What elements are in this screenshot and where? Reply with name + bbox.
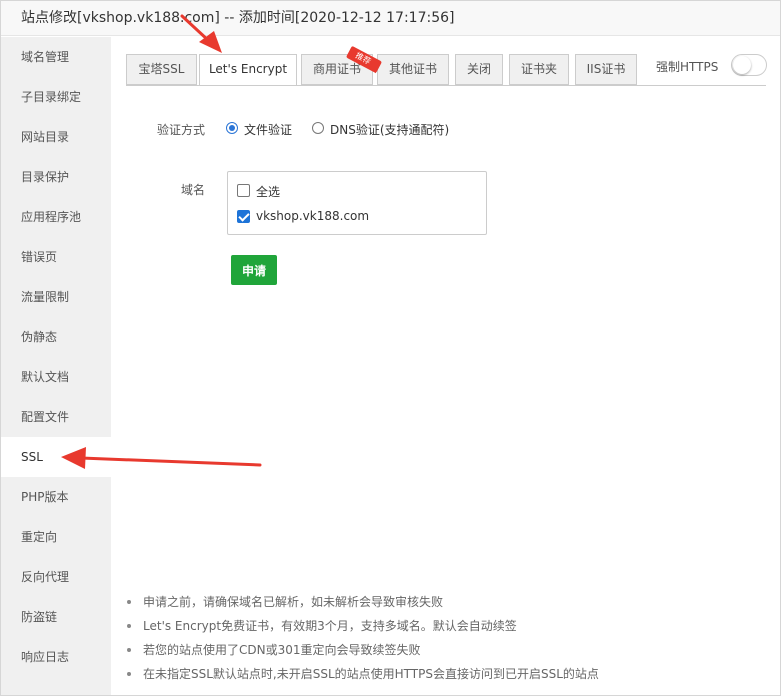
sidebar: 域名管理 子目录绑定 网站目录 目录保护 应用程序池 错误页 流量限制 伪静态 … [1,37,111,695]
titlebar: 站点修改[vkshop.vk188.com] -- 添加时间[2020-12-1… [1,1,780,36]
toggle-knob [733,56,751,74]
domain-name[interactable]: vkshop.vk188.com [256,209,369,223]
main-panel: 宝塔SSL Let's Encrypt 商用证书 其他证书 关闭 证书夹 IIS… [111,37,780,695]
sidebar-item-default-document[interactable]: 默认文档 [1,357,111,397]
tab-close[interactable]: 关闭 [455,54,503,85]
apply-button[interactable]: 申请 [231,255,277,285]
domain-list: 全选 vkshop.vk188.com [227,171,487,235]
select-all-label[interactable]: 全选 [256,183,280,200]
note-item: 申请之前，请确保域名已解析，如未解析会导致审核失败 [125,594,765,618]
domain-checkbox[interactable] [237,210,250,223]
sidebar-item-domain-management[interactable]: 域名管理 [1,37,111,77]
tab-other-cert[interactable]: 其他证书 [377,54,449,85]
domain-label: 域名 [181,183,206,197]
tab-baota-ssl[interactable]: 宝塔SSL [126,54,197,85]
recommend-ribbon: 推荐 [345,45,383,77]
sidebar-item-response-log[interactable]: 响应日志 [1,637,111,677]
sidebar-item-php-version[interactable]: PHP版本 [1,477,111,517]
notes-list: 申请之前，请确保域名已解析，如未解析会导致审核失败 Let's Encrypt免… [125,594,765,690]
tab-cert-folder[interactable]: 证书夹 [509,54,569,85]
sidebar-item-traffic-limit[interactable]: 流量限制 [1,277,111,317]
sidebar-item-subdirectory-binding[interactable]: 子目录绑定 [1,77,111,117]
tabs-divider [126,85,766,86]
sidebar-item-error-page[interactable]: 错误页 [1,237,111,277]
file-verify-label[interactable]: 文件验证 [244,121,292,138]
sidebar-item-redirect[interactable]: 重定向 [1,517,111,557]
site-edit-window: 站点修改[vkshop.vk188.com] -- 添加时间[2020-12-1… [0,0,781,696]
note-item: 在未指定SSL默认站点时,未开启SSL的站点使用HTTPS会直接访问到已开启SS… [125,666,765,690]
file-verify-radio[interactable] [226,122,238,134]
sidebar-item-directory-protection[interactable]: 目录保护 [1,157,111,197]
sidebar-item-reverse-proxy[interactable]: 反向代理 [1,557,111,597]
sidebar-item-site-directory[interactable]: 网站目录 [1,117,111,157]
sidebar-item-rewrite[interactable]: 伪静态 [1,317,111,357]
sidebar-item-ssl[interactable]: SSL [1,437,111,477]
tab-iis-cert[interactable]: IIS证书 [575,54,637,85]
dns-verify-radio[interactable] [312,122,324,134]
force-https-toggle[interactable] [731,54,767,76]
sidebar-item-config-file[interactable]: 配置文件 [1,397,111,437]
note-item: 若您的站点使用了CDN或301重定向会导致续签失败 [125,642,765,666]
sidebar-item-hotlink-protection[interactable]: 防盗链 [1,597,111,637]
sidebar-item-app-pool[interactable]: 应用程序池 [1,197,111,237]
verify-method-label: 验证方式 [157,123,206,137]
dns-verify-label[interactable]: DNS验证(支持通配符) [330,121,449,138]
tab-lets-encrypt[interactable]: Let's Encrypt [199,54,297,86]
window-title: 站点修改[vkshop.vk188.com] -- 添加时间[2020-12-1… [21,10,455,26]
force-https-label: 强制HTTPS [656,60,719,74]
note-item: Let's Encrypt免费证书，有效期3个月，支持多域名。默认会自动续签 [125,618,765,642]
select-all-checkbox[interactable] [237,184,250,197]
